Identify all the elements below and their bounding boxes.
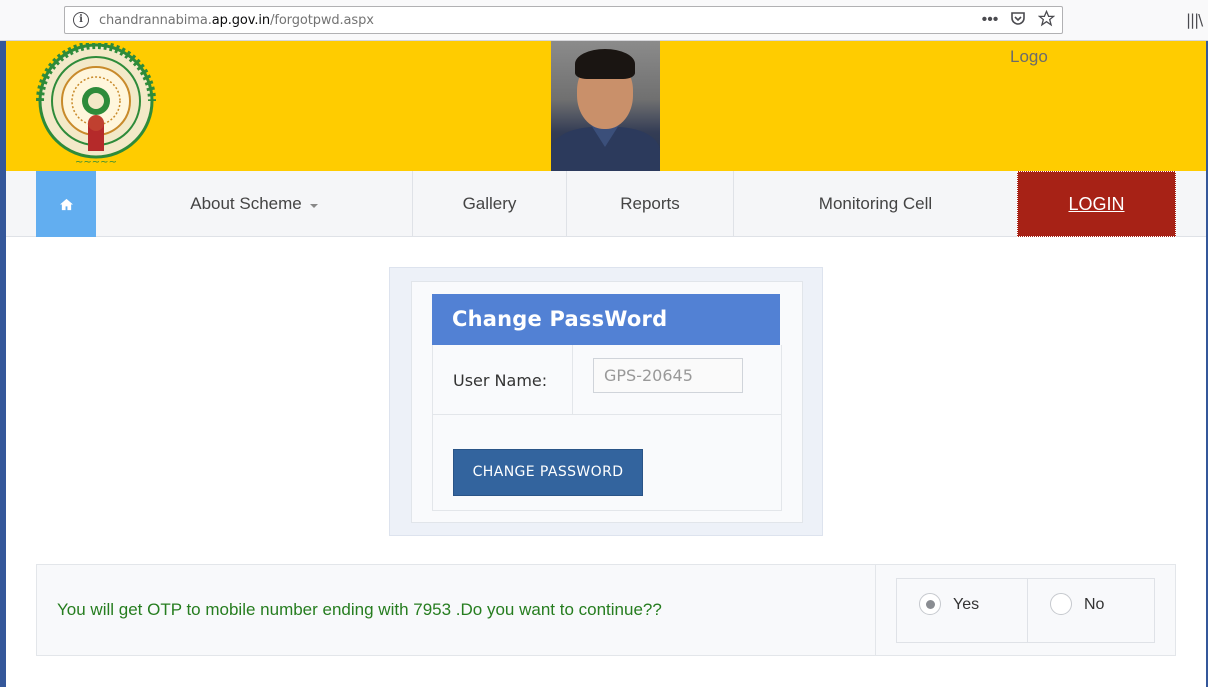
url-text[interactable]: chandrannabima.ap.gov.in/forgotpwd.aspx [99, 13, 374, 28]
change-password-card: Change PassWord User Name: GPS-20645 CHA… [411, 281, 803, 523]
bookmark-star-icon[interactable] [1036, 9, 1056, 30]
address-bar[interactable]: i chandrannabima.ap.gov.in/forgotpwd.asp… [64, 6, 1063, 34]
chief-minister-photo [551, 41, 660, 171]
url-actions: ••• [980, 9, 1056, 30]
otp-confirmation-panel: You will get OTP to mobile number ending… [36, 564, 1176, 656]
info-icon[interactable]: i [73, 12, 89, 28]
nav-home[interactable] [36, 171, 96, 237]
radio-divider [1027, 579, 1028, 642]
user-name-input[interactable]: GPS-20645 [593, 358, 743, 393]
caret-down-icon [309, 203, 318, 208]
nav-about-label: About Scheme [190, 194, 302, 213]
more-actions-icon[interactable]: ••• [980, 10, 1000, 30]
change-password-panel: Change PassWord User Name: GPS-20645 CHA… [389, 267, 823, 536]
main-navigation: About Scheme Gallery Reports Monitoring … [6, 171, 1206, 237]
header: ~~~~~ Logo [6, 41, 1206, 171]
nav-login[interactable]: LOGIN [1017, 171, 1176, 237]
radio-yes-label[interactable]: Yes [953, 596, 979, 614]
user-name-label: User Name: [453, 371, 548, 390]
nav-gallery[interactable]: Gallery [412, 171, 566, 237]
form-title: Change PassWord [432, 294, 780, 345]
home-icon [59, 198, 73, 210]
form-body: User Name: GPS-20645 CHANGE PASSWORD [432, 345, 782, 511]
library-icon[interactable]: |||\ [1186, 11, 1203, 29]
nav-monitoring-cell[interactable]: Monitoring Cell [733, 171, 1017, 237]
change-password-button[interactable]: CHANGE PASSWORD [453, 449, 643, 496]
cell-divider [572, 345, 573, 415]
logo-placeholder-text: Logo [1010, 47, 1048, 66]
otp-divider [875, 565, 876, 655]
otp-message: You will get OTP to mobile number ending… [57, 600, 662, 619]
radio-no-label[interactable]: No [1084, 596, 1104, 614]
page: ~~~~~ Logo About Scheme Gallery Reports … [0, 41, 1208, 687]
browser-toolbar: i chandrannabima.ap.gov.in/forgotpwd.asp… [0, 0, 1208, 41]
user-name-row: User Name: GPS-20645 [433, 345, 781, 415]
radio-no[interactable] [1050, 593, 1072, 615]
radio-yes[interactable] [919, 593, 941, 615]
nav-about-scheme[interactable]: About Scheme [96, 171, 412, 237]
nav-reports[interactable]: Reports [566, 171, 733, 237]
svg-text:~~~~~: ~~~~~ [75, 157, 117, 168]
government-emblem-logo: ~~~~~ [36, 43, 156, 168]
pocket-icon[interactable] [1008, 10, 1028, 30]
otp-radio-group: Yes No [896, 578, 1155, 643]
